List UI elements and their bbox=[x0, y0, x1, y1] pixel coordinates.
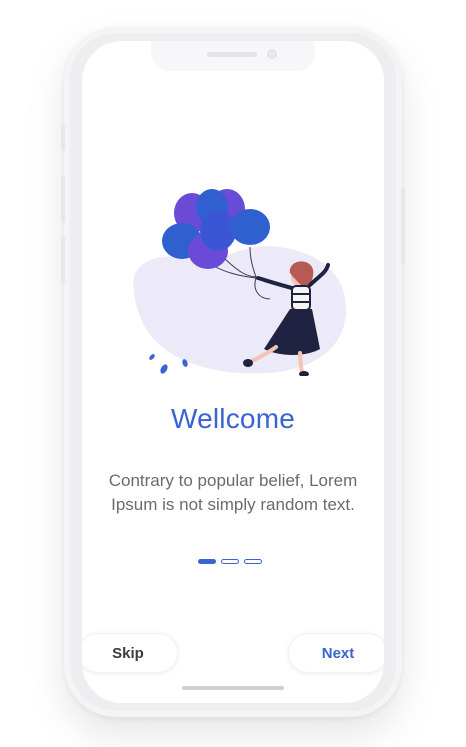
stage: Wellcome Contrary to popular belief, Lor… bbox=[0, 0, 466, 747]
phone-screen: Wellcome Contrary to popular belief, Lor… bbox=[82, 41, 384, 703]
page-indicator bbox=[198, 557, 268, 565]
skip-button[interactable]: Skip bbox=[82, 633, 178, 673]
volume-up-button bbox=[61, 175, 65, 223]
volume-down-button bbox=[61, 235, 65, 283]
background-blob bbox=[133, 246, 347, 374]
phone-frame: Wellcome Contrary to popular belief, Lor… bbox=[61, 27, 405, 717]
leaf bbox=[149, 354, 155, 360]
woman-with-balloons-illustration bbox=[133, 189, 347, 376]
home-indicator[interactable] bbox=[182, 686, 284, 690]
woman-leg bbox=[298, 351, 304, 375]
onboarding-description: Contrary to popular belief, Lorem Ipsum … bbox=[108, 471, 358, 514]
next-button[interactable]: Next bbox=[288, 633, 384, 673]
woman-shoe bbox=[243, 359, 253, 367]
notch bbox=[151, 41, 315, 71]
page-title: Wellcome bbox=[170, 403, 295, 434]
page-dot-3[interactable] bbox=[244, 558, 262, 564]
page-dot-1[interactable] bbox=[198, 558, 216, 564]
mute-switch bbox=[61, 125, 65, 151]
power-button bbox=[401, 187, 405, 265]
woman-torso bbox=[291, 285, 311, 311]
front-camera-icon bbox=[267, 49, 277, 59]
page-dot-2[interactable] bbox=[221, 558, 239, 564]
balloon bbox=[230, 209, 270, 245]
leaf bbox=[160, 364, 168, 374]
speaker-grille bbox=[207, 52, 257, 57]
